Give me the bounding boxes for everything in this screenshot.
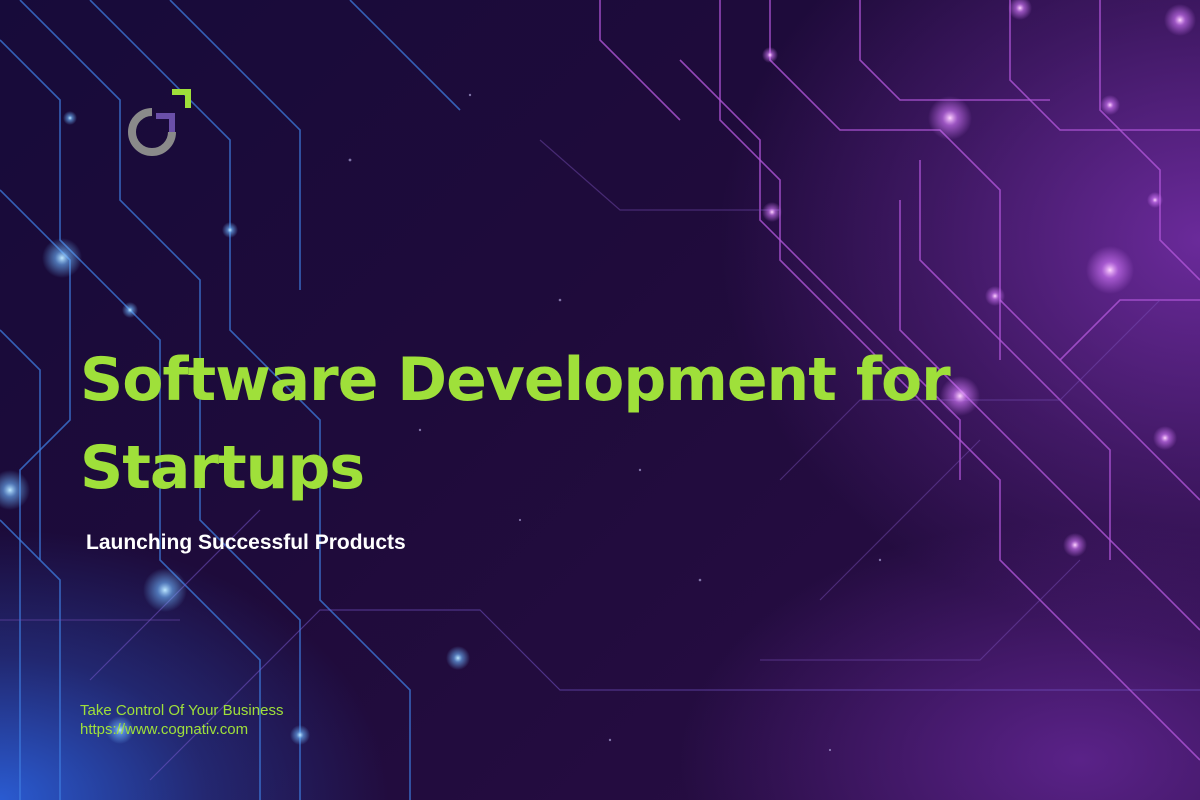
- headline: Software Development for Startups: [80, 336, 980, 512]
- headline-line-1: Software Development for: [80, 345, 951, 415]
- headline-line-2: Startups: [80, 433, 365, 503]
- logo-inner-corner: [156, 113, 175, 132]
- logo-outer-corner: [172, 89, 191, 108]
- cognativ-logo: [128, 89, 191, 156]
- footer-url: https://www.cognativ.com: [80, 721, 249, 738]
- footer-tagline: Take Control Of Your Business: [80, 702, 284, 719]
- subtitle: Launching Successful Products: [86, 531, 406, 554]
- banner: Software Development for Startups Launch…: [0, 0, 1200, 800]
